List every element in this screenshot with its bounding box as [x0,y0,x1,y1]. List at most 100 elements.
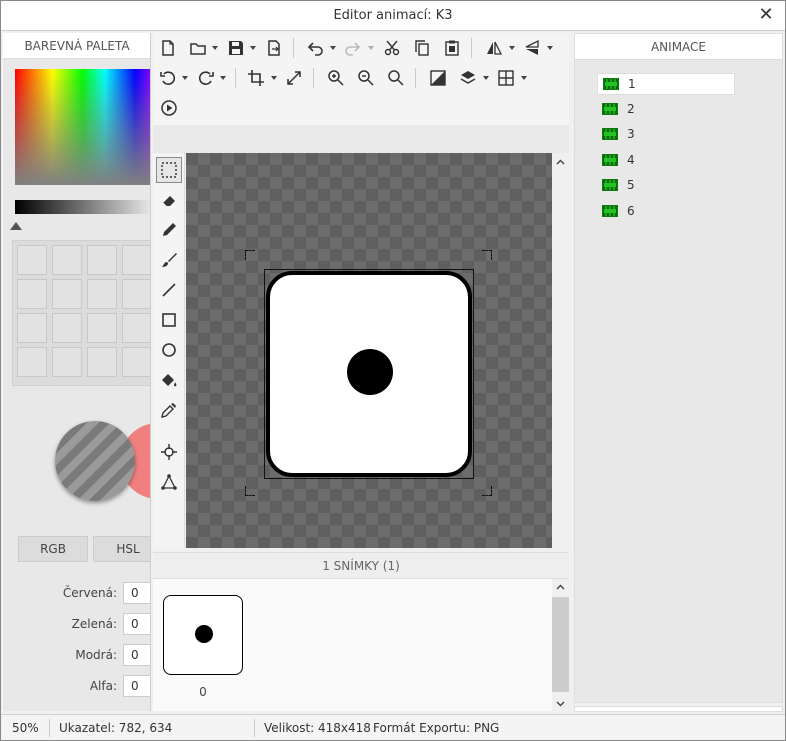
color-swatch[interactable] [17,313,47,343]
green-input[interactable]: 0 [123,613,150,635]
film-icon [602,205,618,217]
crop-handle-top-left[interactable] [245,250,255,260]
crop-handle-top-right[interactable] [482,250,492,260]
color-swatch[interactable] [52,245,82,275]
zoom-reset-icon[interactable] [385,67,407,89]
color-swatch[interactable] [122,245,150,275]
crosshair-icon[interactable] [156,439,182,465]
new-file-icon[interactable] [157,37,179,59]
animation-item[interactable]: 2 [597,99,735,121]
color-swatch[interactable] [122,279,150,309]
animation-label: 5 [627,178,635,192]
animations-header: ANIMACE [575,34,782,60]
eraser-icon[interactable] [156,187,182,213]
open-dropdown-icon[interactable] [211,37,219,59]
layers-icon[interactable] [457,67,479,89]
color-swatch[interactable] [17,279,47,309]
red-label: Červená: [62,586,117,600]
rotate-right-dropdown-icon[interactable] [219,67,227,89]
zoom-out-icon[interactable] [355,67,377,89]
color-swatch[interactable] [122,313,150,343]
red-input[interactable]: 0 [123,582,150,604]
drawing-tools [153,153,185,548]
color-swatch[interactable] [87,245,117,275]
flip-horizontal-icon[interactable] [483,37,505,59]
fill-bucket-icon[interactable] [156,367,182,393]
grid-icon[interactable] [495,67,517,89]
play-icon[interactable] [158,97,180,119]
green-label: Zelená: [71,617,117,631]
color-swatch[interactable] [52,279,82,309]
color-swatch[interactable] [87,313,117,343]
cut-icon[interactable] [381,37,403,59]
alpha-input[interactable]: 0 [123,675,150,697]
save-dropdown-icon[interactable] [249,37,257,59]
drawing-canvas[interactable] [186,153,552,548]
animation-item[interactable]: 1 [597,73,735,95]
color-swatch[interactable] [122,347,150,377]
grid-dropdown-icon[interactable] [520,67,528,89]
color-swatch[interactable] [52,313,82,343]
scrollbar-thumb[interactable] [552,597,569,692]
rectangle-icon[interactable] [156,307,182,333]
undo-dropdown-icon[interactable] [329,37,337,59]
rotate-left-dropdown-icon[interactable] [181,67,189,89]
scroll-up-icon[interactable] [552,579,569,596]
color-swatch[interactable] [17,347,47,377]
polygon-icon[interactable] [156,469,182,495]
rotate-left-icon[interactable] [157,67,179,89]
color-swatch[interactable] [52,347,82,377]
color-swatch[interactable] [87,347,117,377]
color-spectrum[interactable] [15,69,150,185]
rgb-mode-button[interactable]: RGB [18,536,88,562]
old-color-preview[interactable] [55,421,135,501]
crop-dropdown-icon[interactable] [270,67,278,89]
crop-handle-bottom-right[interactable] [482,486,492,496]
save-icon[interactable] [225,37,247,59]
animation-label: 2 [627,102,635,116]
frames-header: 1 SNÍMKY (1) [153,553,569,579]
scroll-down-icon[interactable] [552,695,569,712]
scroll-up-icon[interactable] [555,157,566,168]
animation-item[interactable]: 3 [597,124,735,146]
undo-icon[interactable] [304,37,326,59]
invert-icon[interactable] [427,67,449,89]
export-format: Formát Exportu: PNG [373,721,500,735]
animation-item[interactable]: 4 [597,150,735,172]
eyedropper-icon[interactable] [156,397,182,423]
flip-vertical-icon[interactable] [521,37,543,59]
blue-input[interactable]: 0 [123,644,150,666]
crop-icon[interactable] [245,67,267,89]
grayscale-slider[interactable] [15,200,150,214]
open-folder-icon[interactable] [187,37,209,59]
ellipse-icon[interactable] [156,337,182,363]
zoom-in-icon[interactable] [325,67,347,89]
rotate-right-icon[interactable] [195,67,217,89]
hsl-mode-button[interactable]: HSL [93,536,150,562]
select-rect-icon[interactable] [156,157,182,183]
line-icon[interactable] [156,277,182,303]
pencil-icon[interactable] [156,217,182,243]
toolbar-separator [293,38,294,58]
status-bar: 50% Ukazatel: 782, 634 Velikost: 418x418… [1,714,785,740]
color-swatch[interactable] [87,279,117,309]
canvas-scrollbar[interactable] [552,153,569,548]
crop-handle-bottom-left[interactable] [245,486,255,496]
animation-item[interactable]: 5 [597,175,735,197]
redo-dropdown-icon[interactable] [367,37,375,59]
copy-icon[interactable] [411,37,433,59]
layers-dropdown-icon[interactable] [482,67,490,89]
flip-v-dropdown-icon[interactable] [546,37,554,59]
frame-thumbnail[interactable] [163,595,243,675]
brush-icon[interactable] [156,247,182,273]
color-swatch[interactable] [17,245,47,275]
paste-icon[interactable] [441,37,463,59]
export-icon[interactable] [263,37,285,59]
grayscale-handle-icon[interactable] [10,222,22,230]
flip-h-dropdown-icon[interactable] [508,37,516,59]
close-icon[interactable]: ✕ [755,4,777,26]
resize-icon[interactable] [283,67,305,89]
frames-scrollbar[interactable] [552,579,569,712]
redo-icon[interactable] [342,37,364,59]
animation-item[interactable]: 6 [597,201,735,223]
